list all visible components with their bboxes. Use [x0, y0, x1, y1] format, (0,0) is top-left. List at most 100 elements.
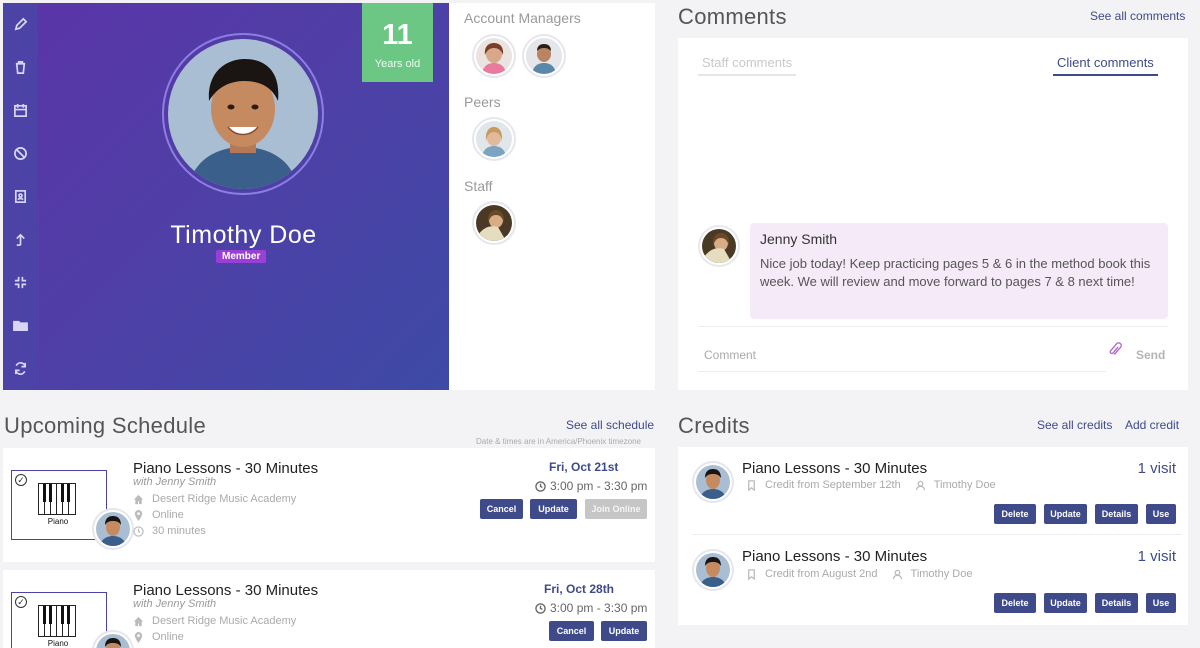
people-panel: Account Managers Peers Staff: [449, 3, 655, 390]
age-label: Years old: [374, 58, 421, 70]
use-button[interactable]: Use: [1146, 593, 1176, 613]
woman-guitar-portrait-icon: [476, 205, 512, 241]
timezone-note: Date & times are in America/Phoenix time…: [476, 437, 641, 446]
join-online-button[interactable]: Join Online: [585, 499, 647, 519]
schedule-item[interactable]: ✓ Piano Piano Lessons - 30 Minutes with …: [3, 570, 655, 648]
lesson-mode: Online: [133, 631, 184, 643]
time-text: 3:00 pm - 3:30 pm: [550, 601, 648, 615]
update-button[interactable]: Update: [1044, 593, 1087, 613]
account-managers-heading: Account Managers: [464, 10, 581, 26]
home-icon: [133, 494, 144, 504]
lesson-title[interactable]: Piano Lessons - 30 Minutes: [133, 582, 318, 599]
lesson-thumbnail: ✓ Piano: [11, 592, 134, 648]
staff-avatar[interactable]: [472, 201, 516, 245]
schedule-item[interactable]: ✓ Piano Piano Lessons - 30 Minutes with …: [3, 448, 655, 562]
cancel-button[interactable]: Cancel: [480, 499, 523, 519]
credit-meta: Credit from August 2nd Timothy Doe: [746, 568, 972, 580]
account-manager-avatar[interactable]: [472, 34, 516, 78]
folder-icon[interactable]: [13, 318, 28, 333]
lesson-time: 3:00 pm - 3:30 pm: [535, 479, 647, 493]
lesson-date: Fri, Oct 21st: [549, 460, 619, 474]
details-button[interactable]: Details: [1095, 504, 1138, 524]
profile-hero: 11 Years old Timothy Doe Member: [38, 3, 449, 390]
schedule-title: Upcoming Schedule: [4, 413, 206, 438]
lesson-title[interactable]: Piano Lessons - 30 Minutes: [133, 460, 318, 477]
credit-meta: Credit from September 12th Timothy Doe: [746, 479, 996, 491]
peer-avatar[interactable]: [472, 117, 516, 161]
member-badge: Member: [216, 250, 267, 263]
refresh-icon[interactable]: [13, 361, 28, 376]
mode-text: Online: [152, 631, 184, 643]
credit-visits: 1 visit: [1137, 548, 1176, 565]
lesson-instructor: with Jenny Smith: [133, 476, 217, 488]
student-avatar: [92, 630, 134, 648]
clock-icon: [535, 602, 546, 614]
piano-icon: [38, 605, 76, 637]
age-box: 11 Years old: [362, 3, 433, 82]
credit-title: Piano Lessons - 30 Minutes: [742, 460, 928, 477]
mode-text: Online: [152, 509, 184, 521]
details-button[interactable]: Details: [1095, 593, 1138, 613]
map-pin-icon: [134, 509, 143, 521]
sidebar: [3, 3, 38, 390]
profile-avatar[interactable]: [162, 33, 324, 195]
boy-portrait-icon: [96, 512, 130, 546]
paperclip-icon[interactable]: [1108, 342, 1122, 358]
man-portrait-icon: [526, 38, 562, 74]
contact-book-icon[interactable]: [13, 189, 28, 204]
see-all-schedule-link[interactable]: See all schedule: [566, 418, 654, 432]
arrow-up-icon[interactable]: [13, 232, 28, 247]
update-button[interactable]: Update: [601, 621, 647, 641]
update-button[interactable]: Update: [530, 499, 577, 519]
comment-bubble: Jenny Smith Nice job today! Keep practic…: [750, 223, 1168, 319]
girl-portrait-icon: [476, 121, 512, 157]
duration-text: 30 minutes: [152, 525, 206, 537]
use-button[interactable]: Use: [1146, 504, 1176, 524]
thumbnail-label: Piano: [47, 639, 69, 648]
lesson-duration: 30 minutes: [133, 525, 206, 537]
bookmark-icon: [748, 568, 755, 580]
student-avatar: [92, 508, 134, 550]
boy-portrait-icon: [96, 634, 130, 648]
add-credit-link[interactable]: Add credit: [1125, 418, 1179, 432]
calendar-icon[interactable]: [13, 103, 28, 118]
comments-card: Staff comments Client comments Jenny Smi…: [678, 38, 1188, 390]
account-manager-avatar[interactable]: [522, 34, 566, 78]
boy-portrait-icon: [696, 553, 730, 587]
tab-client-comments[interactable]: Client comments: [1053, 55, 1158, 76]
map-pin-icon: [134, 631, 143, 643]
credit-avatar: [692, 549, 734, 591]
home-icon: [133, 616, 144, 626]
see-all-comments-link[interactable]: See all comments: [1090, 9, 1185, 23]
lesson-location: Desert Ridge Music Academy: [133, 615, 296, 627]
pencil-icon[interactable]: [13, 17, 28, 32]
see-all-credits-link[interactable]: See all credits: [1037, 418, 1112, 432]
profile-name: Timothy Doe: [170, 221, 317, 249]
compress-icon[interactable]: [13, 275, 28, 290]
comment-input[interactable]: Comment: [698, 340, 1106, 372]
credit-visits: 1 visit: [1137, 460, 1176, 477]
credit-client: Timothy Doe: [933, 479, 996, 491]
cancel-button[interactable]: Cancel: [549, 621, 594, 641]
update-button[interactable]: Update: [1044, 504, 1087, 524]
lesson-mode: Online: [133, 509, 184, 521]
delete-button[interactable]: Delete: [994, 504, 1036, 524]
age-number: 11: [382, 19, 413, 51]
boy-portrait-icon: [696, 465, 730, 499]
comment-text: Nice job today! Keep practicing pages 5 …: [760, 256, 1151, 289]
comment-author-avatar: [698, 225, 740, 267]
location-text: Desert Ridge Music Academy: [152, 615, 297, 627]
credit-title: Piano Lessons - 30 Minutes: [742, 548, 928, 565]
comment-author: Jenny Smith: [760, 231, 838, 247]
ban-icon[interactable]: [13, 146, 28, 161]
boy-portrait-icon: [168, 39, 318, 189]
woman-guitar-portrait-icon: [702, 229, 736, 263]
tab-staff-comments[interactable]: Staff comments: [698, 55, 797, 76]
comments-title: Comments: [678, 4, 787, 29]
credits-title: Credits: [678, 413, 750, 438]
lesson-instructor: with Jenny Smith: [133, 598, 217, 610]
delete-button[interactable]: Delete: [994, 593, 1036, 613]
credit-source: Credit from August 2nd: [765, 568, 878, 580]
trash-icon[interactable]: [13, 60, 28, 75]
send-button[interactable]: Send: [1136, 348, 1165, 362]
